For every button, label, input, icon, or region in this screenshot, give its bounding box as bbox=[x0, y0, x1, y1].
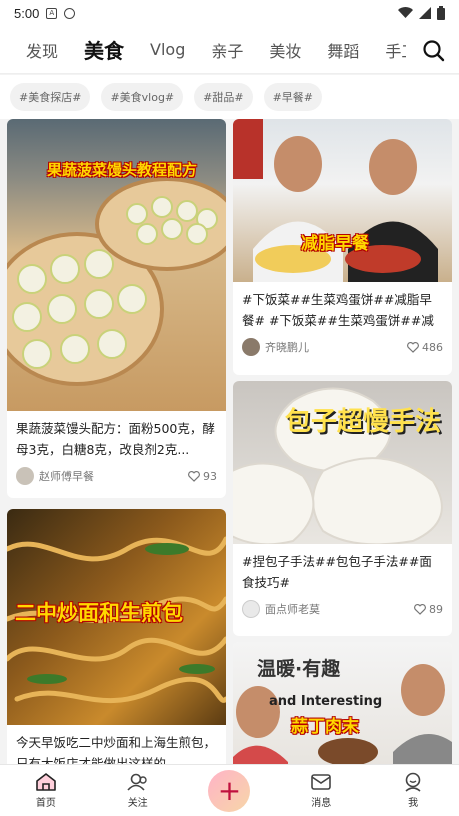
card-image: 果蔬菠菜馒头教程配方 bbox=[7, 119, 226, 411]
nav-create[interactable]: + bbox=[184, 769, 276, 812]
tab-vlog[interactable]: Vlog bbox=[150, 40, 185, 59]
avatar[interactable] bbox=[16, 467, 34, 485]
like-count: 93 bbox=[203, 469, 217, 483]
chip-food-vlog[interactable]: #美食vlog# bbox=[101, 83, 184, 111]
message-icon bbox=[311, 774, 332, 790]
home-icon bbox=[36, 773, 56, 791]
card-title: 果蔬菠菜馒头配方：面粉500克，酵母3克，白糖8克，改良剂2克... bbox=[16, 421, 215, 457]
card-title: #捏包子手法##包包子手法##面食技巧# bbox=[242, 554, 432, 590]
notification-a-icon: A bbox=[46, 7, 58, 19]
tab-parenting[interactable]: 亲子 bbox=[211, 38, 243, 62]
like-button[interactable]: 93 bbox=[188, 470, 217, 483]
plus-icon: + bbox=[217, 773, 242, 807]
card-meta: 赵师傅早餐 93 bbox=[7, 462, 226, 490]
card-author[interactable]: 赵师傅早餐 bbox=[39, 468, 94, 484]
nav-home[interactable]: 首页 bbox=[0, 772, 92, 809]
wifi-icon bbox=[398, 7, 413, 18]
card-image: 包子超慢手法 bbox=[233, 381, 452, 544]
tab-dance[interactable]: 舞蹈 bbox=[327, 38, 359, 62]
like-count: 89 bbox=[429, 602, 443, 616]
hashtag-chips: #美食探店# #美食vlog# #甜品# #早餐# bbox=[0, 75, 459, 119]
card-image: 减脂早餐 bbox=[233, 119, 452, 282]
status-time: 5:00 bbox=[14, 5, 40, 21]
like-button[interactable]: 89 bbox=[414, 603, 443, 616]
shield-notification-icon bbox=[64, 7, 76, 19]
signal-icon bbox=[419, 7, 431, 19]
tab-makeup[interactable]: 美妆 bbox=[269, 38, 301, 62]
card-image-caption: 二中炒面和生煎包 bbox=[15, 601, 183, 625]
like-button[interactable]: 486 bbox=[407, 341, 443, 354]
card-image-caption: 减脂早餐 bbox=[301, 234, 369, 254]
card-image: 温暖·有趣 and Interesting 蒜丁肉末 bbox=[233, 642, 452, 764]
card-author[interactable]: 齐晓鹏儿 bbox=[265, 339, 309, 355]
bottom-nav: 首页 关注 + 消息 我 bbox=[0, 764, 459, 816]
nav-follow[interactable]: 关注 bbox=[92, 772, 184, 809]
chip-dessert[interactable]: #甜品# bbox=[194, 83, 253, 111]
two-people-eating-illustration bbox=[233, 119, 438, 282]
feed-card[interactable]: 温暖·有趣 and Interesting 蒜丁肉末 bbox=[233, 642, 452, 764]
avatar[interactable] bbox=[242, 600, 260, 618]
nav-me-label: 我 bbox=[408, 798, 419, 809]
nav-messages[interactable]: 消息 bbox=[275, 772, 367, 809]
nav-follow-label: 关注 bbox=[127, 798, 148, 809]
category-tabs: 发现 美食 Vlog 亲子 美妆 舞蹈 手工 bbox=[0, 26, 459, 74]
heart-icon bbox=[188, 470, 200, 482]
avatar[interactable] bbox=[242, 338, 260, 356]
feed-card[interactable]: 包子超慢手法 #捏包子手法##包包子手法##面食技巧# 面点师老莫 89 bbox=[233, 381, 452, 636]
tab-handicraft[interactable]: 手工 bbox=[385, 38, 406, 62]
card-image-caption: 包子超慢手法 bbox=[285, 407, 442, 437]
card-author[interactable]: 面点师老莫 bbox=[265, 601, 320, 617]
feed-card[interactable]: 果蔬菠菜馒头教程配方 果蔬菠菜馒头配方：面粉500克，酵母3克，白糖8克，改良剂… bbox=[7, 119, 226, 498]
create-post-button[interactable]: + bbox=[208, 769, 251, 812]
chip-breakfast[interactable]: #早餐# bbox=[263, 83, 323, 111]
battery-icon bbox=[437, 6, 445, 20]
nav-home-label: 首页 bbox=[35, 798, 56, 809]
card-image-caption-dish: 蒜丁肉末 bbox=[291, 717, 359, 737]
profile-icon bbox=[405, 772, 421, 792]
nav-messages-label: 消息 bbox=[311, 798, 332, 809]
tab-discover[interactable]: 发现 bbox=[26, 38, 58, 62]
like-count: 486 bbox=[422, 340, 443, 354]
follow-icon bbox=[127, 773, 147, 791]
heart-icon bbox=[407, 341, 419, 353]
status-bar: 5:00 A bbox=[0, 0, 459, 26]
card-meta: 齐晓鹏儿 486 bbox=[233, 333, 452, 361]
card-title: #下饭菜##生菜鸡蛋饼##减脂早餐# #下饭菜##生菜鸡蛋饼##减脂... bbox=[242, 292, 434, 328]
search-icon[interactable] bbox=[421, 38, 447, 64]
feed-card[interactable]: 减脂早餐 #下饭菜##生菜鸡蛋饼##减脂早餐# #下饭菜##生菜鸡蛋饼##减脂.… bbox=[233, 119, 452, 375]
card-image: 二中炒面和生煎包 bbox=[7, 509, 226, 725]
chip-food-explore[interactable]: #美食探店# bbox=[10, 83, 91, 111]
feed-card[interactable]: 二中炒面和生煎包 今天早饭吃二中炒面和上海生煎包，只有大饭店才能做出这样的... bbox=[7, 509, 226, 764]
card-image-caption: 果蔬菠菜馒头教程配方 bbox=[47, 161, 198, 179]
feed-grid: 果蔬菠菜馒头教程配方 果蔬菠菜馒头配方：面粉500克，酵母3克，白糖8克，改良剂… bbox=[0, 119, 459, 764]
tab-food[interactable]: 美食 bbox=[84, 35, 124, 64]
nav-me[interactable]: 我 bbox=[367, 772, 459, 809]
card-image-caption-english: and Interesting bbox=[269, 694, 383, 709]
card-title: 今天早饭吃二中炒面和上海生煎包，只有大饭店才能做出这样的... bbox=[16, 735, 217, 764]
card-meta: 面点师老莫 89 bbox=[233, 595, 452, 623]
card-image-caption: 温暖·有趣 bbox=[257, 658, 341, 680]
heart-icon bbox=[414, 603, 426, 615]
